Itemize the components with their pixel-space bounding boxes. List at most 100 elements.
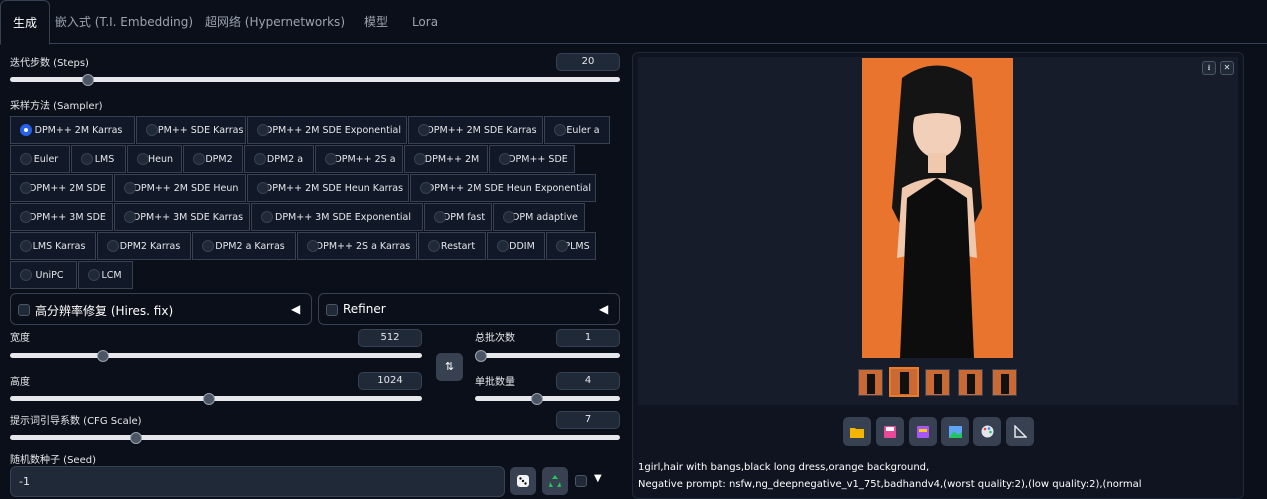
radio-button[interactable] — [325, 153, 337, 165]
slider-thumb[interactable] — [531, 392, 544, 405]
width-input[interactable]: 512 — [358, 329, 422, 347]
sampler-option[interactable]: DPM++ 2S a — [315, 145, 403, 173]
refiner-accordion[interactable]: Refiner ◀ — [318, 293, 620, 325]
cfg-input[interactable]: 7 — [556, 411, 620, 429]
collapse-arrow-icon[interactable]: ◀ — [291, 302, 300, 316]
seed-input[interactable]: -1 — [10, 466, 505, 497]
radio-button[interactable] — [503, 211, 515, 223]
radio-button[interactable] — [414, 153, 426, 165]
refiner-checkbox[interactable] — [326, 304, 338, 316]
height-input[interactable]: 1024 — [358, 372, 422, 390]
radio-button[interactable] — [81, 153, 93, 165]
cfg-slider[interactable] — [10, 431, 620, 444]
radio-button[interactable] — [261, 211, 273, 223]
radio-button[interactable] — [554, 124, 566, 136]
sampler-option[interactable]: Restart — [418, 232, 486, 260]
radio-button[interactable] — [107, 240, 119, 252]
send-to-inpaint-button[interactable] — [973, 417, 1001, 446]
tab-models[interactable]: 模型 — [356, 0, 396, 44]
height-slider[interactable] — [10, 392, 422, 405]
radio-button[interactable] — [497, 240, 509, 252]
radio-button[interactable] — [257, 182, 269, 194]
radio-button[interactable] — [20, 211, 32, 223]
gallery-thumbnail-selected[interactable] — [889, 367, 919, 397]
sampler-option[interactable]: DPM adaptive — [493, 203, 585, 231]
sampler-option[interactable]: LCM — [78, 261, 133, 289]
radio-button[interactable] — [146, 124, 158, 136]
radio-button[interactable] — [193, 153, 205, 165]
sampler-option[interactable]: DPM++ 2M SDE Karras — [408, 116, 543, 144]
reuse-seed-button[interactable] — [542, 467, 568, 495]
open-folder-button[interactable] — [843, 417, 871, 446]
save-button[interactable] — [876, 417, 904, 446]
sampler-option[interactable]: DPM++ 2S a Karras — [297, 232, 417, 260]
tab-hypernetworks[interactable]: 超网络 (Hypernetworks) — [203, 0, 347, 44]
width-slider[interactable] — [10, 349, 422, 362]
steps-input[interactable]: 20 — [556, 53, 620, 71]
radio-button[interactable] — [556, 240, 568, 252]
radio-button[interactable] — [428, 240, 440, 252]
sampler-option[interactable]: DPM++ 2M Karras — [10, 116, 135, 144]
sampler-option[interactable]: LMS Karras — [10, 232, 96, 260]
random-seed-button[interactable] — [510, 467, 536, 495]
send-to-img2img-button[interactable] — [941, 417, 969, 446]
radio-button[interactable] — [418, 124, 430, 136]
gallery-thumbnail[interactable] — [858, 369, 883, 396]
radio-button[interactable] — [499, 153, 511, 165]
extra-seed-checkbox[interactable] — [575, 475, 587, 487]
slider-thumb[interactable] — [203, 392, 216, 405]
sampler-option[interactable]: DPM++ SDE — [489, 145, 575, 173]
download-icon[interactable]: ⭳ — [1202, 61, 1216, 75]
sampler-option[interactable]: UniPC — [10, 261, 77, 289]
sampler-option[interactable]: Heun — [127, 145, 182, 173]
radio-button[interactable] — [420, 182, 432, 194]
radio-button[interactable] — [20, 269, 32, 281]
hires-fix-accordion[interactable]: 高分辨率修复 (Hires. fix) ◀ — [10, 293, 312, 325]
steps-slider[interactable] — [10, 73, 620, 86]
sampler-option[interactable]: DPM++ SDE Karras — [136, 116, 246, 144]
slider-thumb[interactable] — [81, 73, 94, 86]
batch-count-input[interactable]: 1 — [556, 329, 620, 347]
batch-size-slider[interactable] — [475, 392, 620, 405]
radio-button[interactable] — [257, 124, 269, 136]
sampler-option[interactable]: DPM2 — [183, 145, 243, 173]
sampler-option[interactable]: DPM fast — [424, 203, 492, 231]
radio-button[interactable] — [20, 240, 32, 252]
sampler-option[interactable]: DPM++ 2M SDE Heun Karras — [247, 174, 409, 202]
radio-button[interactable] — [20, 124, 32, 136]
sampler-option[interactable]: Euler — [10, 145, 70, 173]
radio-button[interactable] — [124, 182, 136, 194]
sampler-option[interactable]: DPM++ 2M SDE Heun — [114, 174, 246, 202]
sampler-option[interactable]: LMS — [71, 145, 126, 173]
batch-count-slider[interactable] — [475, 349, 620, 362]
sampler-option[interactable]: DPM2 a — [244, 145, 314, 173]
sampler-option[interactable]: DPM++ 2M SDE Heun Exponential — [410, 174, 596, 202]
radio-button[interactable] — [434, 211, 446, 223]
sampler-option[interactable]: DPM++ 3M SDE Exponential — [251, 203, 423, 231]
slider-thumb[interactable] — [475, 349, 487, 362]
radio-button[interactable] — [88, 269, 100, 281]
gallery-thumbnail[interactable] — [925, 369, 950, 396]
tab-lora[interactable]: Lora — [405, 0, 445, 44]
sampler-option[interactable]: PLMS — [546, 232, 596, 260]
sampler-option[interactable]: Euler a — [544, 116, 610, 144]
radio-button[interactable] — [137, 153, 149, 165]
hires-fix-checkbox[interactable] — [18, 304, 30, 316]
radio-button[interactable] — [124, 211, 136, 223]
tab-generate[interactable]: 生成 — [0, 0, 50, 45]
gallery-thumbnail[interactable] — [992, 369, 1017, 396]
close-icon[interactable]: ✕ — [1220, 61, 1234, 75]
radio-button[interactable] — [20, 182, 32, 194]
sampler-option[interactable]: DPM++ 2M SDE — [10, 174, 113, 202]
sampler-option[interactable]: DPM++ 2M SDE Exponential — [247, 116, 407, 144]
gallery-thumbnail[interactable] — [958, 369, 983, 396]
sampler-option[interactable]: DPM++ 3M SDE Karras — [114, 203, 250, 231]
batch-size-input[interactable]: 4 — [556, 372, 620, 390]
radio-button[interactable] — [20, 153, 32, 165]
extra-seed-arrow-icon[interactable]: ▼ — [594, 473, 602, 484]
sampler-option[interactable]: DPM++ 3M SDE — [10, 203, 113, 231]
radio-button[interactable] — [307, 240, 319, 252]
sampler-option[interactable]: DPM2 Karras — [97, 232, 191, 260]
slider-thumb[interactable] — [130, 431, 143, 444]
zip-button[interactable] — [909, 417, 937, 446]
